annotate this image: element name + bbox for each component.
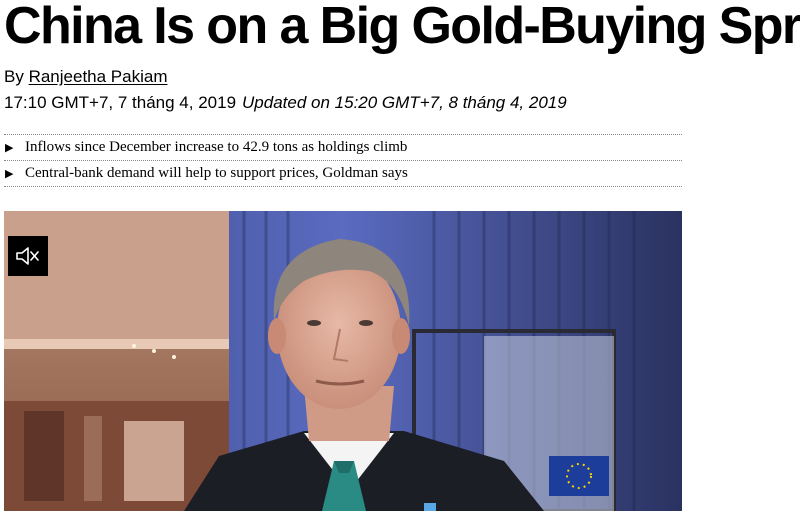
summary-bullets: ▶ Inflows since December increase to 42.…: [4, 134, 682, 187]
dateline: 17:10 GMT+7, 7 tháng 4, 2019 Updated on 1…: [4, 92, 567, 114]
bullet-text: Central-bank demand will help to support…: [25, 165, 408, 181]
author-link[interactable]: Ranjeetha Pakiam: [29, 67, 168, 86]
published-date: 17:10 GMT+7, 7 tháng 4, 2019: [4, 93, 237, 112]
byline: By Ranjeetha Pakiam: [4, 66, 168, 88]
mute-button[interactable]: [8, 236, 48, 276]
byline-prefix: By: [4, 67, 24, 86]
video-player[interactable]: [4, 211, 682, 511]
bullet-text: Inflows since December increase to 42.9 …: [25, 139, 408, 155]
updated-date: Updated on 15:20 GMT+7, 8 tháng 4, 2019: [242, 93, 567, 112]
headline: China Is on a Big Gold-Buying Spree: [4, 0, 800, 55]
video-frame: [4, 211, 682, 511]
summary-bullet: ▶ Central-bank demand will help to suppo…: [4, 161, 682, 187]
bullet-arrow-icon: ▶: [5, 142, 14, 154]
article-page: China Is on a Big Gold-Buying Spree By R…: [0, 0, 800, 511]
speaker-muted-icon: [16, 247, 39, 265]
summary-bullet: ▶ Inflows since December increase to 42.…: [4, 135, 682, 161]
bullet-arrow-icon: ▶: [5, 168, 14, 180]
